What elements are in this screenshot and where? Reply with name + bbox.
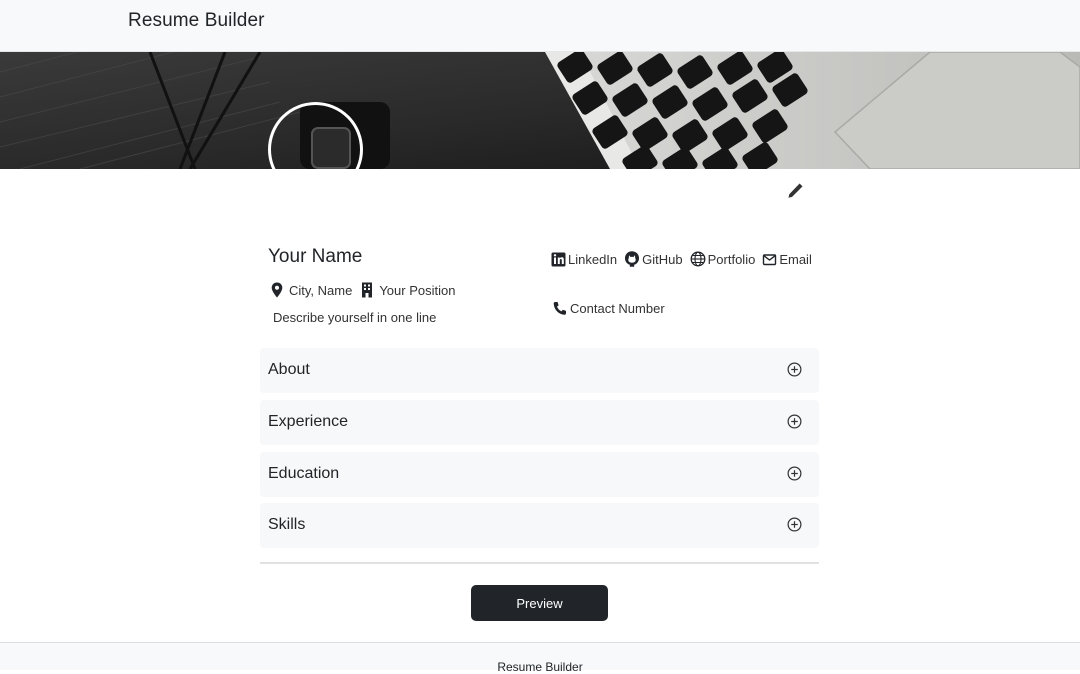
navbar-brand[interactable]: Resume Builder [128,10,265,32]
linkedin-icon [551,252,566,266]
phone-icon [553,302,566,315]
section-label: Experience [268,413,349,430]
profile-header: Your Name City, Name Your Position Descr… [260,240,820,335]
section-education[interactable]: Education [260,452,819,497]
plus-circle-icon[interactable] [787,362,802,377]
github-label: GitHub [642,251,683,267]
footer-text: Resume Builder [497,660,583,674]
linkedin-link[interactable]: LinkedIn [551,251,617,268]
pencil-icon[interactable] [786,182,804,200]
email-label: Email [779,251,812,267]
profile-position[interactable]: Your Position [379,283,455,298]
section-label: About [268,361,310,378]
linkedin-label: LinkedIn [568,251,618,267]
phone-label: Contact Number [570,301,665,316]
preview-button[interactable]: Preview [471,585,608,621]
profile-location[interactable]: City, Name [289,283,352,298]
profile-name[interactable]: Your Name [268,246,362,268]
profile-links: LinkedIn GitHub Portfolio Email [551,250,819,268]
portfolio-link[interactable]: Portfolio [690,250,756,268]
plus-circle-icon[interactable] [787,414,802,429]
section-experience[interactable]: Experience [260,400,819,445]
portfolio-label: Portfolio [707,251,756,267]
email-link[interactable]: Email [762,251,812,268]
avatar-mask [266,169,366,209]
map-pin-icon [271,282,283,298]
building-icon [362,282,373,298]
globe-icon [690,251,706,267]
envelope-icon [763,253,777,265]
github-icon [625,251,640,267]
section-skills[interactable]: Skills [260,503,819,548]
github-link[interactable]: GitHub [624,250,683,268]
navbar: Resume Builder [0,0,1080,52]
cover-image [0,52,1080,169]
section-about[interactable]: About [260,348,819,393]
profile-meta: City, Name Your Position [270,282,455,298]
section-label: Skills [268,516,306,533]
footer: Resume Builder [0,642,1080,674]
section-label: Education [268,465,340,482]
phone-link[interactable]: Contact Number [552,300,665,317]
profile-tagline[interactable]: Describe yourself in one line [273,310,436,325]
plus-circle-icon[interactable] [787,466,802,481]
plus-circle-icon[interactable] [787,517,802,532]
divider [260,562,819,564]
